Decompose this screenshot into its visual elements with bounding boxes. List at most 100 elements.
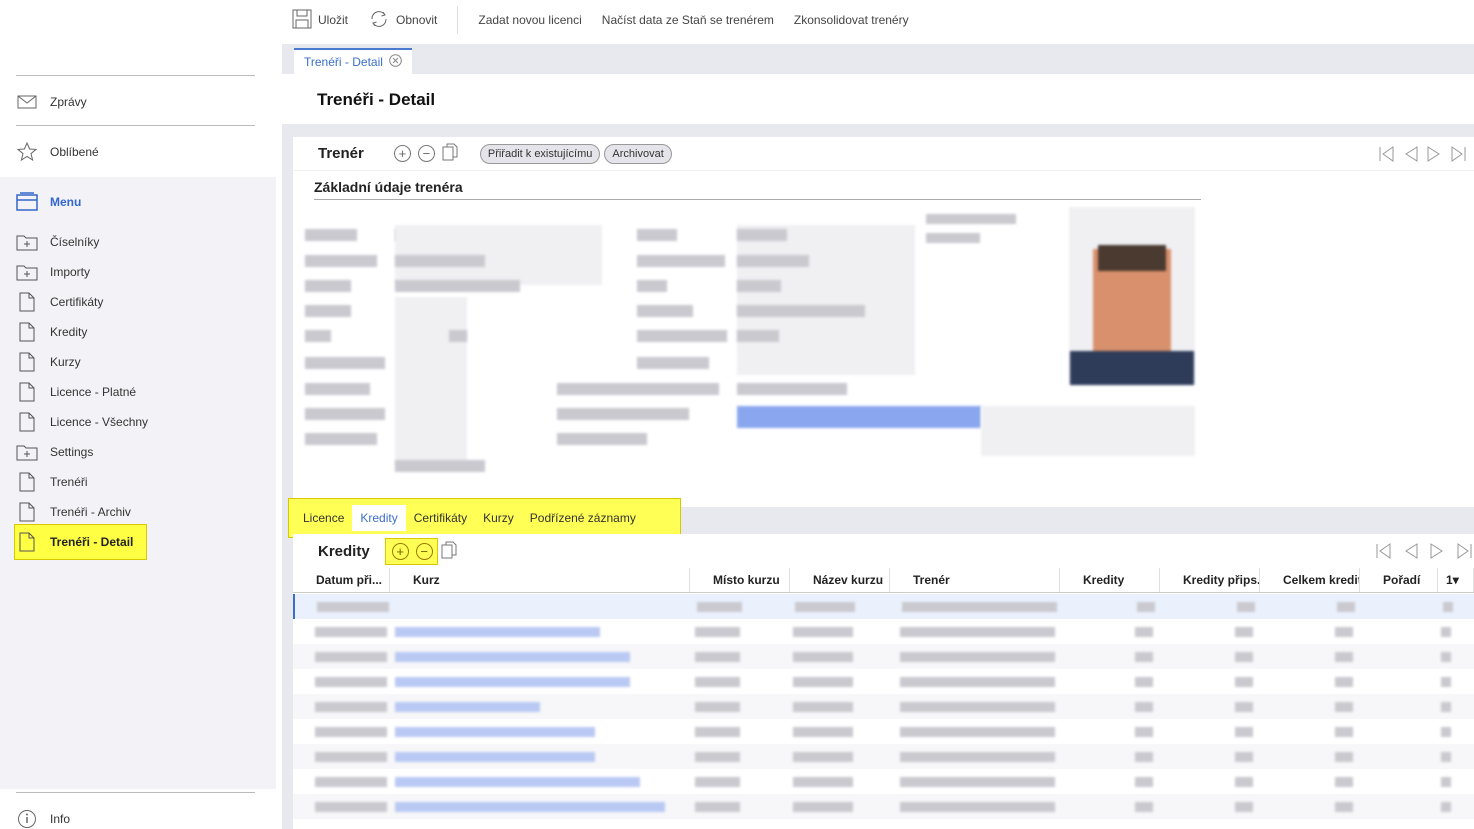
prev-record-icon[interactable] (1403, 543, 1418, 559)
document-icon (16, 532, 38, 552)
next-record-icon[interactable] (1427, 145, 1442, 162)
folder-plus-icon (16, 232, 38, 252)
info-icon (16, 809, 38, 829)
divider (16, 75, 255, 76)
assign-existing-button[interactable]: Přiřadit k existujícímu (479, 143, 601, 164)
trainer-section-header: Trenér + − Přiřadit k existujícímu Archi… (293, 137, 1474, 171)
column-header[interactable]: Trenér (890, 568, 1060, 592)
new-license-button[interactable]: Zadat novou licenci (468, 0, 591, 40)
tab-licence[interactable]: Licence (295, 505, 352, 531)
sidebar-item-label: Certifikáty (50, 295, 104, 309)
last-record-icon[interactable] (1457, 543, 1472, 559)
tab-trainer-detail[interactable]: Trenéři - Detail (294, 48, 412, 74)
table-row[interactable] (293, 744, 1474, 769)
column-header-label: Kurz (413, 573, 440, 587)
add-icon[interactable]: + (391, 542, 409, 560)
sidebar-menu-header[interactable]: Menu (16, 192, 81, 212)
toolbar-separator (457, 6, 459, 34)
add-icon[interactable]: + (393, 145, 411, 162)
divider (314, 199, 1201, 200)
credits-panel: Kredity + − Datum při... Kurz Místo kurzu N… (293, 534, 1474, 829)
folder-plus-icon (16, 442, 38, 462)
sidebar-item[interactable]: Kredity (16, 322, 87, 342)
table-row[interactable] (293, 669, 1474, 694)
consolidate-button[interactable]: Zkonsolidovat trenéry (784, 0, 919, 40)
copy-icon[interactable] (441, 541, 457, 562)
sidebar-item[interactable]: Číselníky (16, 232, 99, 252)
sidebar-item-favorites[interactable]: Oblíbené (16, 142, 99, 162)
table-row[interactable] (293, 769, 1474, 794)
sidebar-item-label: Zprávy (50, 95, 87, 109)
table-row[interactable] (293, 619, 1474, 644)
prev-record-icon[interactable] (1403, 145, 1418, 162)
remove-icon[interactable]: − (415, 542, 433, 560)
record-nav (1379, 145, 1466, 162)
page-header: Trenéři - Detail (282, 74, 1474, 124)
sort-desc-icon: ▾ (1452, 573, 1459, 587)
remove-icon[interactable]: − (417, 145, 435, 162)
sidebar-item-label: Oblíbené (50, 145, 99, 159)
column-header[interactable]: 1 ▾ (1438, 568, 1474, 592)
sidebar-item[interactable]: Importy (16, 262, 90, 282)
copy-icon[interactable] (442, 143, 458, 164)
column-header[interactable]: Kredity (1060, 568, 1160, 592)
document-icon (16, 292, 38, 312)
sidebar-item[interactable]: Trenéři - Archiv (16, 502, 131, 522)
table-row[interactable] (293, 644, 1474, 669)
sidebar-item[interactable]: Trenéři - Detail (14, 524, 147, 560)
first-record-icon[interactable] (1379, 145, 1394, 162)
sidebar-item-label: Licence - Platné (50, 385, 137, 399)
refresh-icon (368, 9, 390, 32)
column-header-label: Kredity (1083, 573, 1125, 587)
sidebar-item[interactable]: Licence - Všechny (16, 412, 148, 432)
tab-certifikáty[interactable]: Certifikáty (406, 505, 475, 531)
detail-tabs: Licence Kredity Certifikáty Kurzy Podřízené … (288, 498, 681, 538)
sidebar-item[interactable]: Licence - Platné (16, 382, 136, 402)
divider (16, 792, 255, 793)
close-icon[interactable] (389, 54, 402, 70)
table-row[interactable] (293, 694, 1474, 719)
sidebar-item-messages[interactable]: Zprávy (16, 92, 87, 112)
refresh-label: Obnovit (396, 13, 438, 27)
credits-section-header: Kredity + − (293, 534, 1474, 568)
sidebar-item-label: Kurzy (50, 355, 81, 369)
refresh-button[interactable]: Obnovit (358, 0, 447, 40)
column-header[interactable]: Místo kurzu (690, 568, 790, 592)
document-icon (16, 412, 38, 432)
sidebar-item[interactable]: Certifikáty (16, 292, 103, 312)
sidebar-item-label: Číselníky (50, 235, 100, 249)
sidebar-item[interactable]: Kurzy (16, 352, 81, 372)
sidebar-item-label: Trenéři - Detail (50, 535, 134, 549)
save-button[interactable]: Uložit (282, 0, 358, 40)
last-record-icon[interactable] (1451, 145, 1466, 162)
archive-button[interactable]: Archivovat (604, 143, 672, 164)
sidebar: Zprávy Oblíbené Menu Číselníky Importy Cer… (0, 0, 276, 829)
column-header-label: Trenér (913, 573, 950, 587)
column-header[interactable]: Kurz (390, 568, 690, 592)
tab-kredity[interactable]: Kredity (352, 505, 406, 531)
first-record-icon[interactable] (1376, 543, 1391, 559)
section-title: Kredity (318, 542, 370, 560)
column-header-label: 1 (1446, 573, 1453, 587)
table-row[interactable] (293, 719, 1474, 744)
sidebar-item[interactable]: Trenéři (16, 472, 88, 492)
next-record-icon[interactable] (1430, 543, 1445, 559)
page-title: Trenéři - Detail (317, 90, 436, 109)
star-icon (16, 142, 38, 162)
sidebar-item-label: Info (50, 812, 71, 826)
sidebar-item-info[interactable]: Info (16, 809, 70, 829)
document-icon (16, 382, 38, 402)
section-title: Trenér (318, 145, 364, 162)
table-row[interactable] (293, 594, 1474, 619)
load-data-button[interactable]: Načíst data ze Staň se trenérem (592, 0, 784, 40)
table-row[interactable] (293, 794, 1474, 819)
column-header[interactable]: Celkem kreditů (1260, 568, 1360, 592)
column-header[interactable]: Kredity přips... (1160, 568, 1260, 592)
tab-podřízené[interactable]: Podřízené záznamy (522, 505, 644, 531)
sidebar-item[interactable]: Settings (16, 442, 93, 462)
basic-info-title: Základní údaje trenéra (314, 179, 463, 195)
column-header[interactable]: Název kurzu (790, 568, 890, 592)
tab-kurzy[interactable]: Kurzy (475, 505, 522, 531)
column-header[interactable]: Pořadí (1360, 568, 1438, 592)
column-header[interactable]: Datum při... (293, 568, 390, 592)
